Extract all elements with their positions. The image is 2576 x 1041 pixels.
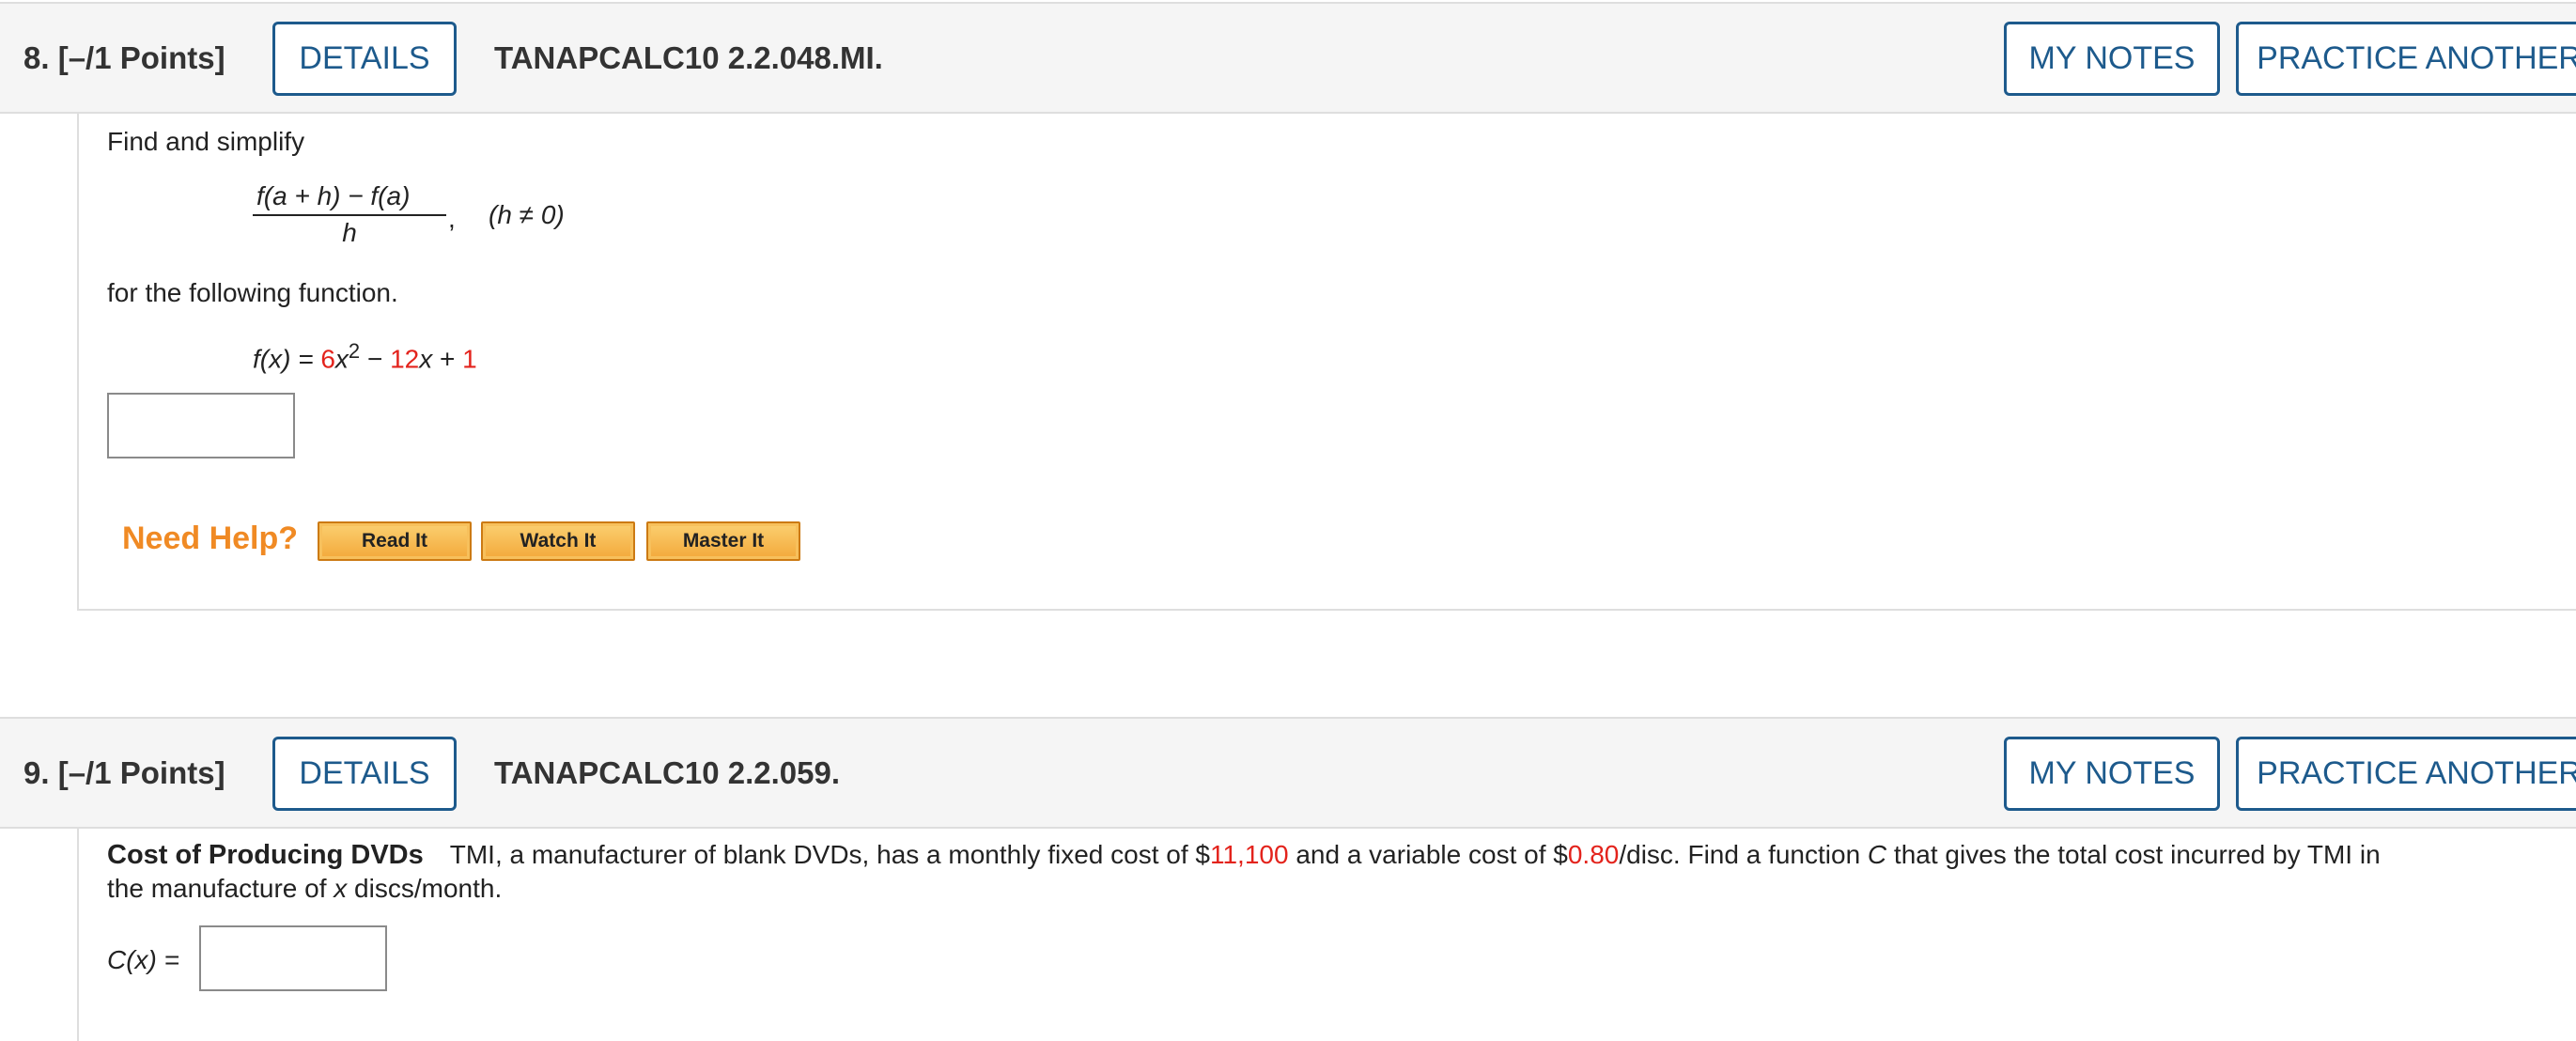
fraction-denominator: h <box>342 218 357 247</box>
question-9-code: TANAPCALC10 2.2.059. <box>494 755 841 790</box>
question-8-code: TANAPCALC10 2.2.048.MI. <box>494 40 883 75</box>
fraction-numerator: f(a + h) − f(a) <box>256 181 411 210</box>
question-9-text-4: that gives the total cost incurred by TM… <box>1886 840 2381 869</box>
question-8-body: Find and simplify f(a + h) − f(a) h , (h… <box>77 114 2576 611</box>
variable-c: C <box>1867 840 1887 869</box>
question-9-text-3: /disc. Find a function <box>1619 840 1868 869</box>
question-8-points: 8. [–/1 Points] <box>23 4 225 112</box>
function-coef-2: 12 <box>390 344 420 374</box>
details-button[interactable]: DETAILS <box>272 737 457 811</box>
question-9-points-label: [–/1 Points] <box>57 755 225 790</box>
question-8-followup: for the following function. <box>107 278 398 307</box>
function-expression: f(x) = 6x2 − 12x + 1 <box>253 339 477 374</box>
master-it-button[interactable]: Master It <box>646 521 800 561</box>
function-var-2: x <box>419 344 433 374</box>
question-8-number: 8. <box>23 40 50 75</box>
question-9-text-line-1: Cost of Producing DVDs TMI, a manufacture… <box>107 840 2381 871</box>
question-8-intro: Find and simplify <box>107 127 305 156</box>
need-help-label: Need Help? <box>122 520 299 556</box>
function-coef-1: 6 <box>320 344 335 374</box>
h-condition: (h ≠ 0) <box>489 200 565 229</box>
cost-function-label: C(x) = <box>107 945 179 974</box>
question-9-text-line-2: the manufacture of x discs/month. <box>107 874 502 904</box>
function-minus: − <box>360 344 391 374</box>
details-button[interactable]: DETAILS <box>272 22 457 96</box>
function-constant: 1 <box>462 344 477 374</box>
question-9-text-2: and a variable cost of $ <box>1288 840 1568 869</box>
my-notes-button[interactable]: MY NOTES <box>2004 22 2220 96</box>
fraction-comma: , <box>448 204 456 233</box>
question-9-answer-input[interactable] <box>199 925 387 991</box>
function-plus: + <box>432 344 463 374</box>
question-9-points: 9. [–/1 Points] <box>23 719 225 827</box>
question-9-text-1: TMI, a manufacturer of blank DVDs, has a… <box>449 840 1210 869</box>
difference-quotient-fraction: f(a + h) − f(a) h <box>253 181 446 248</box>
question-9-line-2b: discs/month. <box>347 874 503 903</box>
question-8-answer-input[interactable] <box>107 393 295 458</box>
question-9-header: 9. [–/1 Points] DETAILS TANAPCALC10 2.2.… <box>0 717 2576 829</box>
function-exponent: 2 <box>348 339 361 363</box>
question-8-header: 8. [–/1 Points] DETAILS TANAPCALC10 2.2.… <box>0 2 2576 114</box>
my-notes-button[interactable]: MY NOTES <box>2004 737 2220 811</box>
read-it-button[interactable]: Read It <box>318 521 472 561</box>
question-9-number: 9. <box>23 755 50 790</box>
variable-x: x <box>334 874 348 903</box>
function-lhs: f(x) = <box>253 344 321 374</box>
question-9-title: Cost of Producing DVDs <box>107 840 424 870</box>
practice-another-button[interactable]: PRACTICE ANOTHER <box>2236 22 2576 96</box>
practice-another-button[interactable]: PRACTICE ANOTHER <box>2236 737 2576 811</box>
fixed-cost-value: 11,100 <box>1209 840 1289 869</box>
question-9-line-2a: the manufacture of <box>107 874 334 903</box>
watch-it-button[interactable]: Watch It <box>481 521 635 561</box>
question-8-points-label: [–/1 Points] <box>57 40 225 75</box>
fraction-bar <box>253 214 446 216</box>
question-9-body: Cost of Producing DVDs TMI, a manufacture… <box>77 829 2576 1041</box>
variable-cost-value: 0.80 <box>1567 840 1620 869</box>
function-var-1: x <box>334 344 349 374</box>
